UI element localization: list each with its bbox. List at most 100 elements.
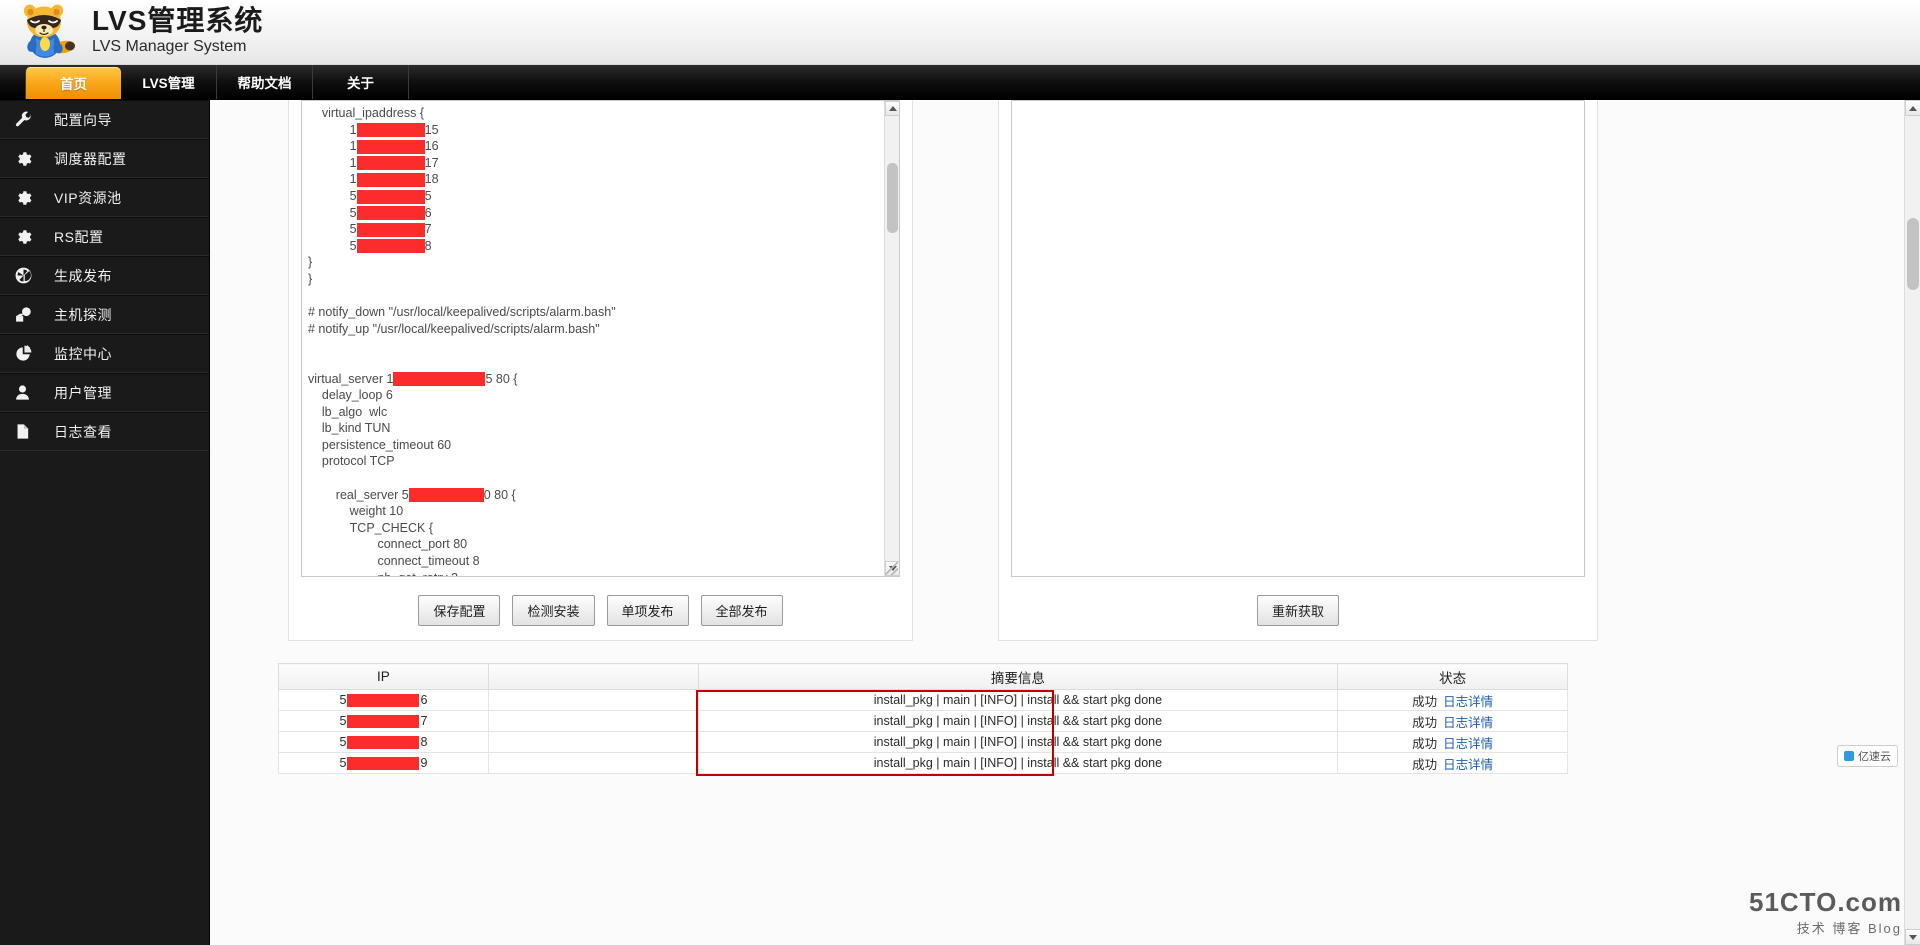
cell-ip: 58	[278, 731, 489, 753]
log-detail-link[interactable]: 日志详情	[1443, 758, 1493, 772]
output-textarea[interactable]	[1011, 100, 1585, 577]
tab-home[interactable]: 首页	[25, 67, 121, 99]
config-line: 1 17	[308, 155, 439, 171]
save-config-button[interactable]: 保存配置	[418, 595, 501, 626]
redacted-ip	[356, 123, 425, 138]
config-line: # notify_up "/usr/local/keepalived/scrip…	[308, 321, 600, 336]
watermark-line1: 51CTO.com	[1748, 887, 1902, 917]
config-line: virtual_ipaddress {	[308, 106, 425, 120]
redacted-ip	[408, 488, 484, 503]
sidebar-item-config-wizard[interactable]: 配置向导	[0, 100, 209, 139]
cell-message: install_pkg | main | [INFO] | install &&…	[697, 752, 1339, 774]
app-root: LVS管理系统 LVS Manager System 首页 LVS管理 帮助文档…	[0, 0, 1920, 945]
config-line: 58	[308, 238, 432, 254]
sidebar-item-label: RS配置	[54, 228, 104, 245]
config-line: connect_port 80	[308, 537, 468, 552]
output-panel: 重新获取	[998, 100, 1598, 641]
badge-dot-icon	[1844, 751, 1854, 761]
config-line: virtual_server 15 80 {	[308, 371, 518, 387]
column-header-message: 摘要信息	[697, 663, 1339, 690]
sidebar-item-rs-config[interactable]: RS配置	[0, 217, 209, 256]
cell-ip: 56	[278, 689, 489, 711]
sidebar-item-log-view[interactable]: 日志查看	[0, 412, 209, 451]
config-line: real_server 50 80 {	[308, 487, 516, 503]
log-detail-link[interactable]: 日志详情	[1443, 716, 1493, 730]
cell-blank	[487, 689, 699, 711]
config-line	[308, 470, 878, 487]
sidebar-item-label: 配置向导	[54, 111, 112, 128]
sidebar-item-label: 用户管理	[54, 384, 112, 401]
cell-message: install_pkg | main | [INFO] | install &&…	[697, 689, 1339, 711]
page-scrollbar[interactable]	[1904, 100, 1920, 945]
redacted-ip	[347, 757, 420, 771]
scrollbar-up-arrow[interactable]	[885, 101, 899, 116]
sidebar-item-vip-pool[interactable]: VIP资源池	[0, 178, 209, 217]
pie-chart-icon	[14, 344, 40, 364]
sidebar-item-scheduler-config[interactable]: 调度器配置	[0, 139, 209, 178]
cell-status: 成功 日志详情	[1337, 710, 1568, 732]
status-badge: 成功	[1412, 715, 1438, 730]
sidebar-item-label: 调度器配置	[54, 150, 127, 167]
publish-single-button[interactable]: 单项发布	[606, 595, 689, 626]
config-line: lb_kind TUN	[308, 421, 391, 436]
sidebar-item-host-probe[interactable]: 主机探测	[0, 295, 209, 334]
config-line	[308, 337, 878, 354]
table-row: 5 6 install_pkg | main | [INFO] | install …	[278, 689, 1568, 711]
sidebar-item-generate-publish[interactable]: 生成发布	[0, 256, 209, 295]
refetch-button[interactable]: 重新获取	[1256, 595, 1339, 626]
cell-message: install_pkg | main | [INFO] | install &&…	[697, 731, 1339, 753]
config-panel: virtual_ipaddress { 1 15 1 16 1 17 1 18 55 5…	[288, 100, 913, 641]
column-header-ip: IP	[278, 663, 489, 690]
page-scroll-down-arrow[interactable]	[1905, 929, 1920, 945]
gear-icon	[14, 149, 40, 169]
sidebar-item-label: 生成发布	[54, 267, 112, 284]
app-header: LVS管理系统 LVS Manager System	[0, 0, 1920, 65]
page-scroll-thumb[interactable]	[1907, 218, 1919, 290]
sidebar-item-label: 日志查看	[54, 423, 112, 440]
tab-help-docs[interactable]: 帮助文档	[217, 65, 313, 99]
config-line: lb_algo wlc	[308, 404, 388, 419]
config-scrollbar[interactable]	[884, 101, 899, 576]
redacted-ip	[393, 372, 486, 387]
cell-status: 成功 日志详情	[1337, 731, 1568, 753]
page-scroll-up-arrow[interactable]	[1905, 100, 1920, 116]
result-table-wrap: IP 摘要信息 状态 5 6 install_pkg | main | [INFO]…	[278, 663, 1568, 776]
sidebar-item-label: 主机探测	[54, 306, 112, 323]
log-detail-link[interactable]: 日志详情	[1443, 695, 1493, 709]
cell-blank	[487, 752, 699, 774]
page-subtitle: LVS Manager System	[92, 38, 247, 56]
tab-lvs-manage[interactable]: LVS管理	[121, 65, 217, 99]
config-line: persistence_timeout 60	[308, 437, 452, 452]
config-line: }	[308, 255, 313, 270]
config-line	[308, 288, 878, 305]
column-header-status: 状态	[1337, 663, 1568, 690]
redacted-ip	[356, 139, 425, 154]
config-line	[308, 354, 878, 371]
sidebar-item-user-management[interactable]: 用户管理	[0, 373, 209, 412]
raccoon-mascot-logo	[18, 2, 78, 62]
sidebar: 配置向导 调度器配置 VIP资源池 RS配置 生成发布 主机探测 监控中心 用户…	[0, 100, 210, 945]
config-action-buttons: 保存配置 检测安装 单项发布 全部发布	[301, 595, 900, 626]
cell-status: 成功 日志详情	[1337, 689, 1568, 711]
status-badge: 成功	[1412, 694, 1438, 709]
sidebar-item-label: 监控中心	[54, 345, 112, 362]
table-row: 5 9 install_pkg | main | [INFO] | install …	[278, 752, 1568, 774]
publish-all-button[interactable]: 全部发布	[700, 595, 783, 626]
tab-about[interactable]: 关于	[313, 65, 409, 99]
sidebar-item-label: VIP资源池	[54, 189, 122, 206]
gear-icon	[14, 188, 40, 208]
config-line: connect_timeout 8	[308, 554, 480, 569]
redacted-ip	[356, 189, 425, 204]
watermark-badge-label: 亿速云	[1858, 751, 1891, 763]
config-line: 1 16	[308, 139, 439, 154]
log-detail-link[interactable]: 日志详情	[1443, 737, 1493, 751]
check-install-button[interactable]: 检测安装	[512, 595, 595, 626]
config-line: 55	[308, 188, 432, 204]
config-line: weight 10	[308, 504, 404, 519]
textarea-resize-grip[interactable]	[885, 562, 898, 575]
main-content: virtual_ipaddress { 1 15 1 16 1 17 1 18 55 5…	[210, 100, 1920, 945]
keepalived-config-textarea[interactable]: virtual_ipaddress { 1 15 1 16 1 17 1 18 55 5…	[301, 100, 900, 577]
config-line: delay_loop 6	[308, 388, 393, 403]
sidebar-item-monitor-center[interactable]: 监控中心	[0, 334, 209, 373]
scrollbar-thumb[interactable]	[887, 163, 898, 233]
